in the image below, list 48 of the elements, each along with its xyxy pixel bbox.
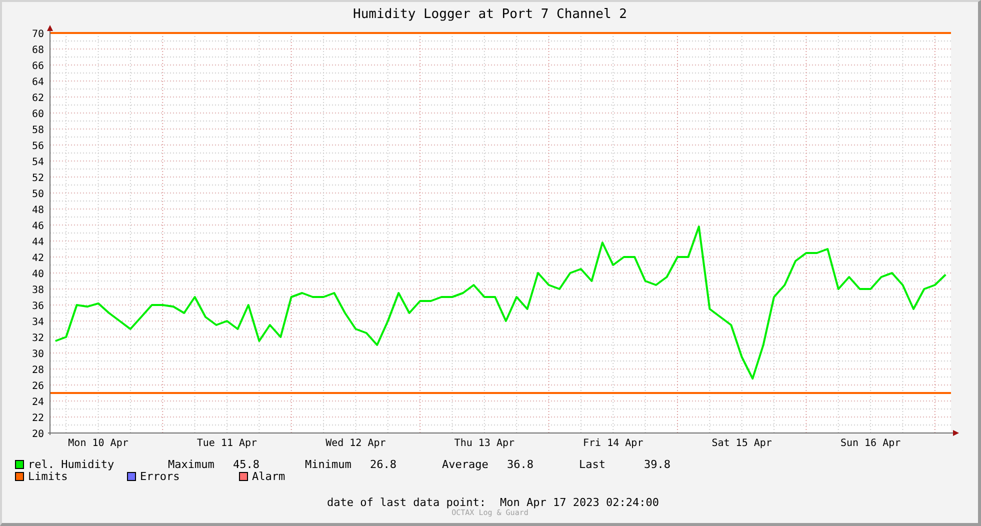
- axis-label: Wed 12 Apr: [326, 438, 386, 449]
- axis-label: Mon 10 Apr: [68, 438, 128, 449]
- chart-title: Humidity Logger at Port 7 Channel 2: [352, 6, 628, 24]
- axis-label: 32: [32, 333, 44, 344]
- axis-label: 56: [32, 141, 44, 152]
- stat-label: Minimum: [305, 458, 352, 470]
- axis-label: Fri 14 Apr: [583, 438, 644, 449]
- axis-label: 34: [32, 317, 44, 328]
- axis-label: 42: [32, 253, 44, 264]
- stat-label: Last: [579, 458, 606, 470]
- legend-label: rel. Humidity: [28, 458, 114, 470]
- axis-label: Tue 11 Apr: [196, 438, 258, 449]
- axis-label: 68: [32, 45, 44, 56]
- axis-label: 50: [32, 189, 44, 200]
- axis-label: 52: [32, 173, 44, 184]
- axis-label: 54: [32, 157, 44, 168]
- stat-label: Maximum: [168, 458, 216, 470]
- axis-label: 46: [32, 221, 44, 232]
- axis-label: 38: [32, 285, 44, 296]
- axis-label: 24: [32, 397, 44, 408]
- axis-label: 58: [32, 125, 44, 136]
- stat-value: 26.8: [370, 458, 398, 470]
- axis-label: 66: [32, 61, 44, 72]
- axis-label: 40: [32, 269, 44, 280]
- axis-label: 48: [32, 205, 44, 216]
- axis-label: 20: [32, 429, 44, 440]
- stat-value: 39.8: [644, 458, 672, 470]
- axis-label: 62: [32, 93, 44, 104]
- axis-label: 44: [32, 237, 44, 248]
- axis-label: Thu 13 Apr: [454, 438, 515, 449]
- legend-label: Errors: [140, 470, 180, 482]
- axis-label: 26: [32, 381, 44, 392]
- axis-label: 36: [32, 301, 44, 312]
- axis-label: Sun 16 Apr: [840, 438, 901, 449]
- axis-label: 64: [32, 77, 44, 88]
- axis-label: 28: [32, 365, 44, 376]
- axis-label: 70: [32, 29, 44, 40]
- axis-label: Sat 15 Apr: [712, 438, 772, 449]
- footer-label: date of last data point:: [327, 496, 486, 509]
- footer-value: Mon Apr 17 2023 02:24:00: [500, 496, 659, 509]
- stat-value: 36.8: [507, 458, 534, 470]
- stat-label: Average: [442, 458, 490, 470]
- legend-label: Limits: [28, 470, 68, 482]
- stat-value: 45.8: [233, 458, 260, 470]
- legend-label: Alarm: [252, 470, 286, 482]
- axis-label: 60: [32, 109, 44, 120]
- axis-label: 30: [32, 349, 44, 360]
- axis-label: 22: [32, 413, 44, 424]
